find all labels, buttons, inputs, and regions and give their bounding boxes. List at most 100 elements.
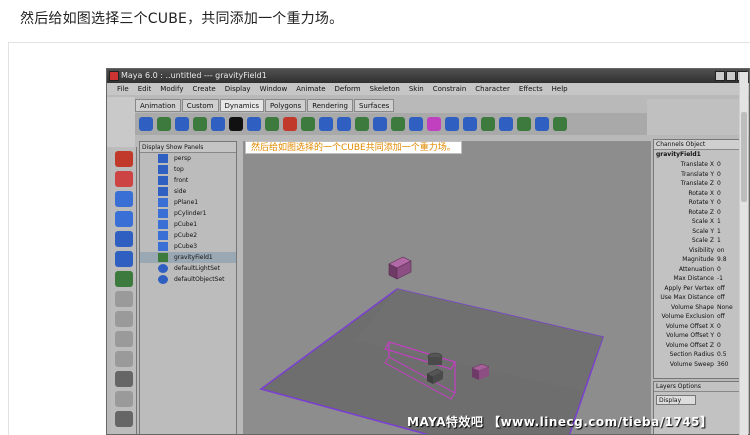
channel-value[interactable]: 1 [716,236,721,246]
channel-row[interactable]: Scale Y1 [654,227,744,237]
scale-tool-icon[interactable] [114,251,133,267]
outliner-item-defaultlightset[interactable]: defaultLightSet [140,263,236,274]
shelf-tool-icon[interactable] [463,117,477,131]
channel-value[interactable]: 0 [716,189,721,199]
channel-row[interactable]: Translate Y0 [654,170,744,180]
outliner-item-pplane1[interactable]: pPlane1 [140,197,236,208]
outliner-menu[interactable]: Display Show Panels [140,142,236,153]
select-tool-icon[interactable] [114,151,133,167]
channel-row[interactable]: Volume Offset Y0 [654,331,744,341]
menu-edit[interactable]: Edit [138,83,152,95]
layout-render-icon[interactable] [114,391,133,407]
shelf-tab-surfaces[interactable]: Surfaces [353,99,395,112]
layout-hypershade-icon[interactable] [114,371,133,387]
menu-display[interactable]: Display [225,83,251,95]
shelf-tool-icon[interactable] [139,117,153,131]
channel-value[interactable]: 0 [716,341,721,351]
lasso-tool-icon[interactable] [114,171,133,187]
shelf-tool-icon[interactable] [157,117,171,131]
channel-row[interactable]: Volume Shape None [654,303,744,313]
channel-row[interactable]: Apply Per Vertex off [654,284,744,294]
channel-value[interactable]: -1 [716,274,723,284]
channel-row[interactable]: Max Distance -1 [654,274,744,284]
layer-display-dropdown[interactable]: Display [656,395,696,405]
channel-row[interactable]: Use Max Distance off [654,293,744,303]
channel-row[interactable]: Volume Exclusion off [654,312,744,322]
menu-constrain[interactable]: Constrain [433,83,467,95]
channel-row[interactable]: Attenuation 0 [654,265,744,275]
shelf-tool-icon[interactable] [337,117,351,131]
layout-graph-icon[interactable] [114,351,133,367]
perspective-viewport[interactable]: 然后给如图选择的一个CUBE共同添加一个重力场。 [243,141,651,434]
shelf-tool-icon[interactable] [481,117,495,131]
channel-row[interactable]: Visibility on [654,246,744,256]
shelf-tab-rendering[interactable]: Rendering [307,99,353,112]
shelf-tool-icon[interactable] [553,117,567,131]
menu-skeleton[interactable]: Skeleton [370,83,400,95]
scrollbar-thumb[interactable] [741,112,747,202]
outliner-item-pcube1[interactable]: pCube1 [140,219,236,230]
outliner-item-pcube3[interactable]: pCube3 [140,241,236,252]
shelf-tool-icon[interactable] [301,117,315,131]
channel-value[interactable]: 0 [716,179,721,189]
menu-window[interactable]: Window [260,83,288,95]
shelf-tool-icon[interactable] [373,117,387,131]
outliner-item-pcube2[interactable]: pCube2 [140,230,236,241]
shelf-tool-icon[interactable] [517,117,531,131]
channel-row[interactable]: Rotate X0 [654,189,744,199]
page-scrollbar[interactable] [739,72,748,435]
paint-tool-icon[interactable] [114,191,133,207]
channel-value[interactable]: 0 [716,322,721,332]
shelf-tool-icon[interactable] [283,117,297,131]
rotate-tool-icon[interactable] [114,231,133,247]
layout-single-icon[interactable] [114,291,133,307]
channel-row[interactable]: Volume Offset Z0 [654,341,744,351]
layout-persp-outliner-icon[interactable] [114,331,133,347]
menu-modify[interactable]: Modify [160,83,183,95]
outliner-item-side[interactable]: side [140,186,236,197]
channel-value[interactable]: 0 [716,265,721,275]
maximize-icon[interactable] [726,71,736,81]
menu-animate[interactable]: Animate [296,83,325,95]
channel-row[interactable]: Translate X0 [654,160,744,170]
outliner-item-persp[interactable]: persp [140,153,236,164]
shelf-tool-icon[interactable] [247,117,261,131]
menu-help[interactable]: Help [552,83,568,95]
channel-value[interactable]: 1 [716,217,721,227]
menu-deform[interactable]: Deform [335,83,361,95]
outliner-item-front[interactable]: front [140,175,236,186]
channel-row[interactable]: Scale Z1 [654,236,744,246]
shelf-tool-icon[interactable] [229,117,243,131]
layout-custom-icon[interactable] [114,411,133,427]
channel-value[interactable]: off [716,284,725,294]
shelf-tool-icon[interactable] [355,117,369,131]
outliner-item-pcylinder1[interactable]: pCylinder1 [140,208,236,219]
menu-file[interactable]: File [117,83,129,95]
outliner-item-defaultobjectset[interactable]: defaultObjectSet [140,274,236,285]
channel-row[interactable]: Rotate Y0 [654,198,744,208]
channel-value[interactable]: 0 [716,160,721,170]
manipulator-tool-icon[interactable] [114,271,133,287]
shelf-tool-icon[interactable] [391,117,405,131]
channel-value[interactable]: 0 [716,170,721,180]
shelf-tool-icon[interactable] [211,117,225,131]
channel-value[interactable]: 9.8 [716,255,727,265]
channel-value[interactable]: 0.5 [716,350,727,360]
channel-row[interactable]: Volume Offset X0 [654,322,744,332]
channel-value[interactable]: None [716,303,733,313]
shelf-tool-icon[interactable] [427,117,441,131]
menu-effects[interactable]: Effects [519,83,543,95]
channel-value[interactable]: on [716,246,724,256]
shelf-tab-dynamics[interactable]: Dynamics [219,99,265,112]
shelf-tab-polygons[interactable]: Polygons [265,99,307,112]
channel-row[interactable]: Scale X1 [654,217,744,227]
channel-row[interactable]: Magnitude 9.8 [654,255,744,265]
shelf-tab-animation[interactable]: Animation [135,99,181,112]
shelf-tool-icon[interactable] [265,117,279,131]
shelf-tool-icon[interactable] [499,117,513,131]
layout-four-icon[interactable] [114,311,133,327]
shelf-tool-icon[interactable] [319,117,333,131]
pcylinder[interactable] [427,352,443,365]
shelf-tool-icon[interactable] [535,117,549,131]
menu-create[interactable]: Create [192,83,215,95]
